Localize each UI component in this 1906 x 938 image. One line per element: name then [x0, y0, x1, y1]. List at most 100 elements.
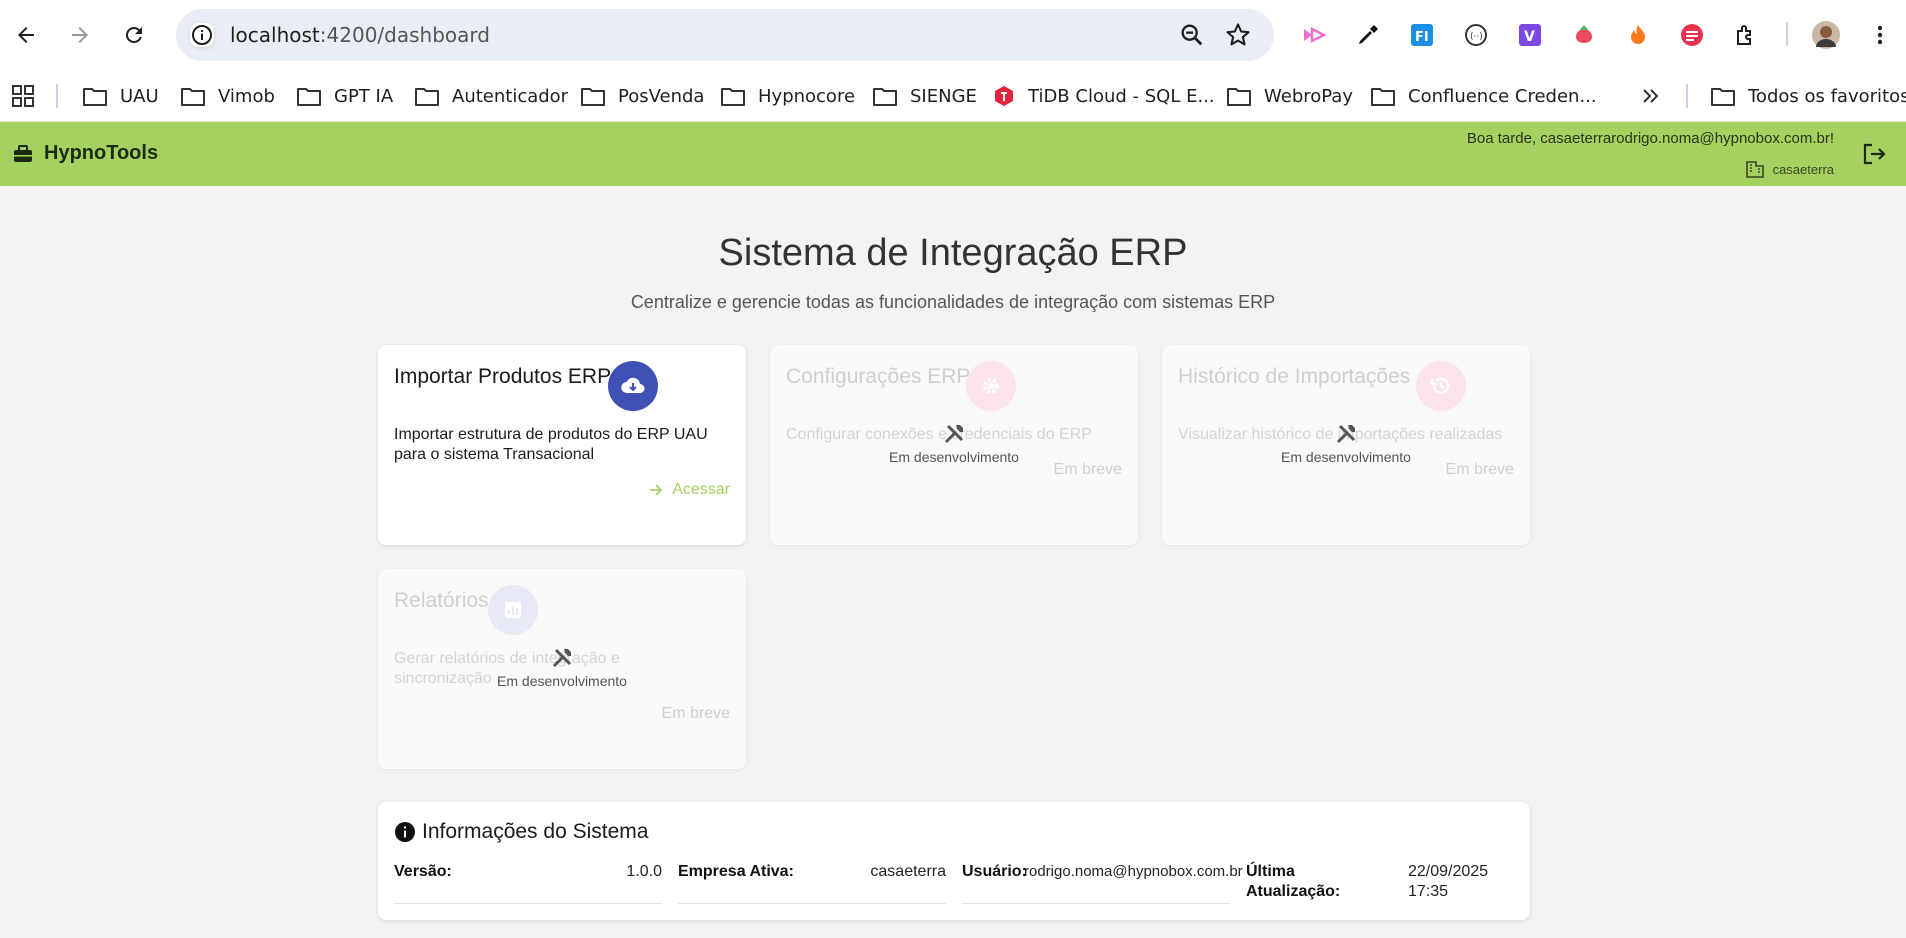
last-update-value: 22/09/2025 17:35 — [1408, 863, 1489, 900]
svg-text:FI: FI — [1415, 30, 1429, 45]
bookmark-label: PosVenda — [618, 85, 705, 107]
info-company: Empresa Ativa: casaeterra — [678, 858, 946, 904]
apps-grid-button[interactable] — [10, 80, 48, 112]
last-update-label: Última Atualização: — [1246, 863, 1341, 900]
melon-extension-icon[interactable] — [1566, 17, 1602, 53]
fire-extension-icon[interactable] — [1620, 17, 1656, 53]
bookmark-tidb-cloud[interactable]: TiDB Cloud - SQL E... — [992, 80, 1215, 112]
arrow-right-icon — [72, 27, 88, 43]
api-extension-icon[interactable]: (··) — [1458, 17, 1494, 53]
bookmark-sienge[interactable]: SIENGE — [872, 80, 977, 112]
folder-icon — [581, 88, 605, 106]
page-title: Sistema de Integração ERP — [718, 232, 1188, 274]
card-import-history: Histórico de Importações Visualizar hist… — [1162, 345, 1530, 545]
zoom-icon[interactable] — [1178, 21, 1206, 49]
profile-avatar[interactable] — [1808, 17, 1844, 53]
browser-toolbar: localhost:4200/dashboard FI (··) V — [0, 0, 1906, 70]
bar-chart-icon — [488, 585, 538, 635]
brand[interactable]: HypnoTools — [12, 142, 158, 165]
bookmarks-separator — [1686, 84, 1688, 108]
card-description: Importar estrutura de produtos do ERP UA… — [394, 426, 708, 463]
cloud-download-icon — [608, 361, 658, 411]
info-user: Usuário: rodrigo.noma@hypnobox.com.br — [962, 858, 1243, 904]
access-button[interactable]: Acessar — [648, 481, 730, 499]
greeting-text: Boa tarde, casaeterrarodrigo.noma@hypnob… — [1466, 130, 1834, 147]
bookmark-uau[interactable]: UAU — [82, 80, 159, 112]
bookmark-hypnocore[interactable]: Hypnocore — [720, 80, 855, 112]
card-title: Importar Produtos ERP — [394, 365, 612, 388]
info-icon — [395, 822, 415, 842]
bookmark-label: UAU — [120, 85, 159, 107]
bookmark-webropay[interactable]: WebroPay — [1226, 80, 1353, 112]
logout-icon[interactable] — [1860, 140, 1888, 168]
apps-grid-icon — [12, 85, 34, 107]
toolbox-icon — [14, 144, 32, 162]
all-bookmarks-folder[interactable]: Todos os favoritos — [1710, 80, 1906, 112]
info-version: Versão: 1.0.0 — [394, 858, 662, 904]
svg-text:V: V — [1524, 29, 1535, 45]
card-title: Histórico de Importações — [1178, 365, 1411, 388]
gear-icon — [966, 361, 1016, 411]
bookmark-label: WebroPay — [1264, 85, 1353, 107]
back-button[interactable] — [8, 17, 44, 53]
vuejs-extension-icon[interactable]: V — [1512, 17, 1548, 53]
info-last-update: Última Atualização: 22/09/2025 17:35 — [1246, 858, 1514, 904]
user-value: rodrigo.noma@hypnobox.com.br — [1024, 863, 1243, 880]
dev-overlay: Em desenvolvimento — [1162, 421, 1530, 465]
folder-icon — [415, 88, 439, 106]
bookmark-label: Vimob — [218, 85, 275, 107]
card-reports: Relatórios Gerar relatórios de integraçã… — [378, 569, 746, 769]
bookmark-star-icon[interactable] — [1224, 21, 1252, 49]
card-erp-settings: Configurações ERP Configurar conexões e … — [770, 345, 1138, 545]
bookmark-vimob[interactable]: Vimob — [180, 80, 275, 112]
folder-icon — [1371, 88, 1395, 106]
folder-icon — [1227, 88, 1251, 106]
history-icon — [1416, 361, 1466, 411]
address-bar[interactable]: localhost:4200/dashboard — [176, 9, 1274, 61]
app-header: HypnoTools Boa tarde, casaeterrarodrigo.… — [0, 122, 1906, 186]
arrow-left-icon — [18, 27, 34, 43]
bookmark-label: Confluence Creden... — [1408, 85, 1597, 107]
page-subtitle: Centralize e gerencie todas as funcional… — [630, 292, 1276, 312]
bookmark-gpt-ia[interactable]: GPT IA — [296, 80, 393, 112]
eyedropper-extension-icon[interactable] — [1350, 17, 1386, 53]
folder-icon — [83, 88, 107, 106]
bookmarks-separator — [56, 84, 58, 108]
extensions-puzzle-icon[interactable] — [1728, 17, 1764, 53]
extension-pink-arrow-icon[interactable] — [1296, 17, 1332, 53]
url-text[interactable]: localhost:4200/dashboard — [230, 23, 490, 47]
card-title: Relatórios — [394, 589, 489, 612]
bookmark-autenticador[interactable]: Autenticador — [414, 80, 568, 112]
active-company: casaeterra — [1745, 160, 1834, 178]
reload-button[interactable] — [116, 17, 152, 53]
folder-icon — [297, 88, 321, 106]
dev-overlay: Em desenvolvimento — [378, 645, 746, 689]
card-title: Configurações ERP — [786, 365, 971, 388]
folder-icon — [873, 88, 897, 106]
tools-icon — [552, 648, 572, 668]
card-import-products[interactable]: Importar Produtos ERP Importar estrutura… — [378, 345, 746, 545]
toolbar-separator — [1786, 22, 1788, 46]
browser-menu-icon[interactable] — [1862, 17, 1898, 53]
bookmarks-overflow-button[interactable] — [1640, 80, 1674, 112]
folder-icon — [181, 88, 205, 106]
bookmark-label: Autenticador — [452, 85, 569, 107]
svg-text:(··): (··) — [1470, 32, 1483, 42]
bookmark-posvenda[interactable]: PosVenda — [580, 80, 704, 112]
company-name: casaeterra — [1772, 161, 1834, 177]
forward-button[interactable] — [62, 17, 98, 53]
status-text: Em desenvolvimento — [1281, 449, 1411, 465]
bookmark-confluence[interactable]: Confluence Creden... — [1370, 80, 1597, 112]
folder-icon — [1711, 88, 1735, 106]
building-icon — [1745, 161, 1764, 178]
arrow-right-icon — [650, 484, 663, 496]
bookmarks-bar: UAU Vimob GPT IA Autenticador PosVenda H… — [0, 70, 1906, 122]
folder-icon — [721, 88, 745, 106]
bookmark-label: TiDB Cloud - SQL E... — [1028, 85, 1215, 107]
site-info-icon[interactable] — [190, 23, 214, 47]
company-value: casaeterra — [870, 863, 946, 880]
red-circle-extension-icon[interactable] — [1674, 17, 1710, 53]
fi-extension-icon[interactable]: FI — [1404, 17, 1440, 53]
bookmark-label: Hypnocore — [758, 85, 856, 107]
chevron-double-right-icon — [1643, 89, 1659, 103]
